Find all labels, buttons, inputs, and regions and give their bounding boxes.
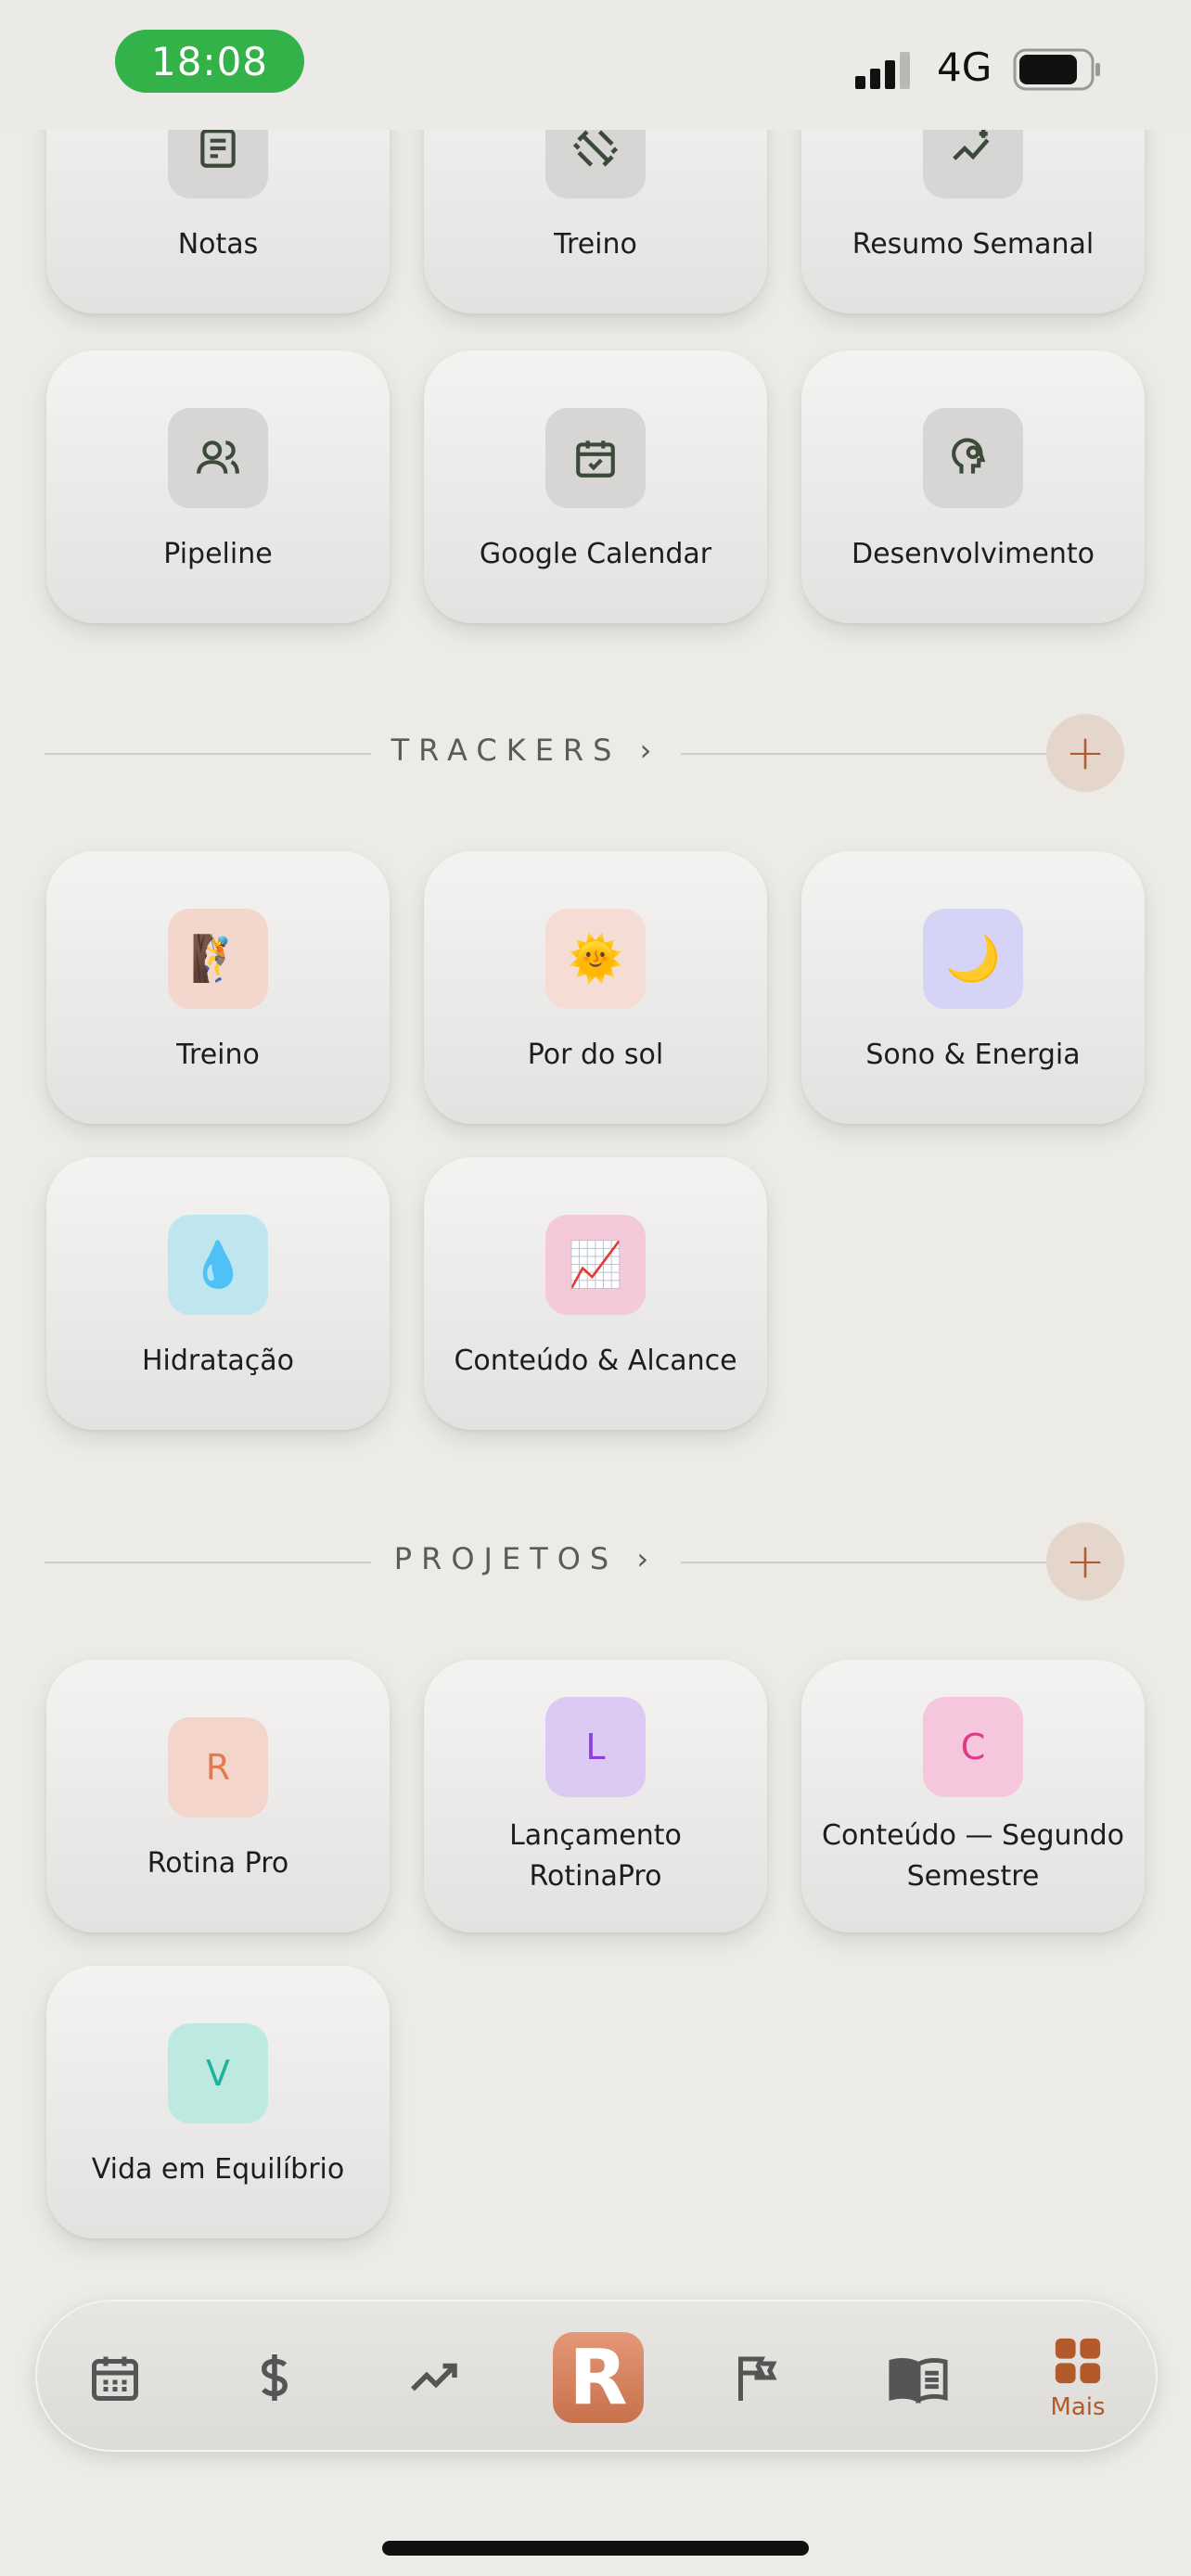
home-indicator[interactable] [382, 2541, 809, 2556]
divider [45, 753, 371, 755]
flag-icon [738, 2356, 777, 2401]
divider [681, 753, 1052, 755]
trackers-title[interactable]: TRACKERS › [371, 733, 681, 768]
project-rotina-pro[interactable]: R Rotina Pro [46, 1660, 390, 1932]
droplet-icon: 💧 [168, 1215, 268, 1315]
card-label: Desenvolvimento [851, 538, 1095, 570]
card-label: Treino [176, 1039, 260, 1071]
card-label: Lançamento RotinaPro [509, 1819, 682, 1893]
card-label: Por do sol [527, 1039, 664, 1071]
tracker-hidratacao[interactable]: 💧 Hidratação [46, 1157, 390, 1430]
project-conteudo-segundo-semestre[interactable]: C Conteúdo — Segundo Semestre [801, 1660, 1145, 1932]
card-label: Hidratação [141, 1345, 295, 1377]
signal-icon [855, 52, 910, 89]
projects-title[interactable]: PROJETOS › [371, 1541, 681, 1576]
calendar-check-icon [545, 408, 646, 508]
head-gear-icon [923, 408, 1023, 508]
climber-icon: 🧗 [168, 909, 268, 1009]
card-google-calendar[interactable]: Google Calendar [424, 351, 767, 623]
tab-goals[interactable] [692, 2302, 822, 2454]
card-label: Sono & Energia [865, 1039, 1081, 1071]
card-pipeline[interactable]: Pipeline [46, 351, 390, 623]
card-label: Vida em Equilíbrio [91, 2153, 345, 2186]
status-bar: 18:08 4G [0, 0, 1191, 130]
divider [681, 1562, 1052, 1563]
tab-journal[interactable] [853, 2302, 983, 2454]
tracker-conteudo-alcance[interactable]: 📈 Conteúdo & Alcance [424, 1157, 767, 1430]
chart-up-icon: 📈 [545, 1215, 646, 1315]
battery-icon [1013, 48, 1100, 91]
card-label: Resumo Semanal [852, 228, 1095, 261]
project-avatar: L [545, 1697, 646, 1797]
add-tracker-button[interactable]: + [1046, 714, 1124, 792]
card-label: Notas [177, 228, 259, 261]
moon-icon: 🌙 [923, 909, 1023, 1009]
card-label: Conteúdo & Alcance [454, 1345, 737, 1377]
app-logo-tab[interactable]: R [553, 2332, 644, 2423]
tab-bar: R Mais [35, 2300, 1158, 2452]
project-vida-em-equilibrio[interactable]: V Vida em Equilíbrio [46, 1966, 390, 2238]
trend-icon [411, 2363, 457, 2391]
users-icon [168, 408, 268, 508]
sun-icon: 🌞 [545, 909, 646, 1009]
app-logo: R [569, 2333, 628, 2422]
project-lancamento-rotinapro[interactable]: L Lançamento RotinaPro [424, 1660, 767, 1932]
tab-calendar[interactable] [50, 2302, 180, 2454]
project-avatar: R [168, 1717, 268, 1817]
card-desenvolvimento[interactable]: Desenvolvimento [801, 351, 1145, 623]
tab-more-label: Mais [1050, 2393, 1106, 2421]
divider [45, 1562, 371, 1563]
tracker-treino[interactable]: 🧗 Treino [46, 851, 390, 1124]
projects-section-header: PROJETOS › + [45, 1523, 1124, 1602]
tab-finance[interactable] [210, 2302, 339, 2454]
tab-more[interactable]: Mais [1013, 2302, 1143, 2454]
grid-icon [1055, 2338, 1101, 2384]
card-label: Pipeline [163, 538, 273, 570]
network-type: 4G [937, 45, 992, 90]
status-time: 18:08 [115, 30, 304, 93]
dollar-icon [261, 2354, 288, 2401]
card-label: Treino [554, 228, 637, 261]
calendar-icon [92, 2356, 138, 2401]
trackers-section-header: TRACKERS › + [45, 714, 1124, 794]
tracker-sono-energia[interactable]: 🌙 Sono & Energia [801, 851, 1145, 1124]
project-avatar: V [168, 2023, 268, 2123]
card-label: Google Calendar [479, 538, 712, 570]
tab-trends[interactable] [371, 2302, 501, 2454]
book-icon [889, 2357, 948, 2404]
add-project-button[interactable]: + [1046, 1523, 1124, 1600]
project-avatar: C [923, 1697, 1023, 1797]
card-label: Conteúdo — Segundo Semestre [822, 1819, 1124, 1893]
card-label: Rotina Pro [147, 1847, 289, 1880]
tracker-por-do-sol[interactable]: 🌞 Por do sol [424, 851, 767, 1124]
